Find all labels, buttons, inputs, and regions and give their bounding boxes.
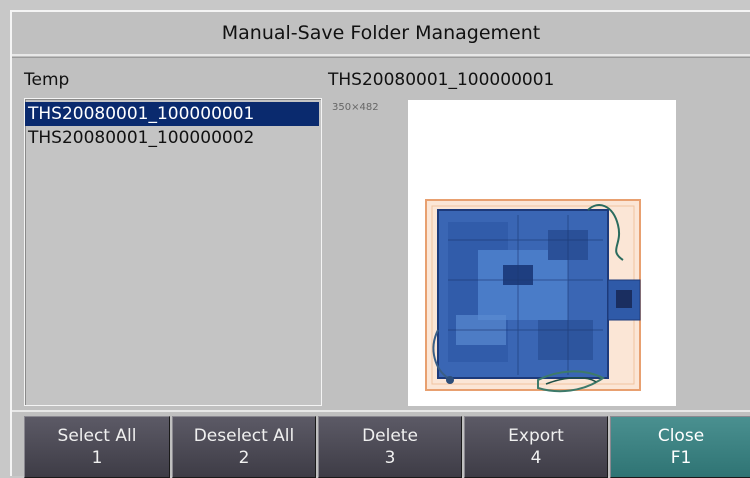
button-key: 3 bbox=[384, 448, 396, 468]
xray-scan-graphic bbox=[425, 199, 641, 393]
window-title: Manual-Save Folder Management bbox=[12, 12, 750, 58]
button-label: Delete bbox=[362, 426, 418, 446]
button-key: 1 bbox=[91, 448, 103, 468]
deselect-all-button[interactable]: Deselect All 2 bbox=[172, 416, 316, 478]
button-label: Export bbox=[508, 426, 564, 446]
button-label: Deselect All bbox=[193, 426, 295, 446]
folder-management-window: Manual-Save Folder Management Temp THS20… bbox=[10, 10, 750, 478]
close-button[interactable]: Close F1 bbox=[610, 416, 750, 478]
preview-title: THS20080001_100000001 bbox=[328, 70, 555, 90]
file-list[interactable]: THS20080001_100000001 THS20080001_100000… bbox=[24, 98, 322, 406]
button-label: Close bbox=[657, 426, 705, 446]
folder-name-label: Temp bbox=[24, 70, 70, 90]
button-bar: Select All 1 Deselect All 2 Delete 3 Exp… bbox=[24, 416, 750, 478]
button-label: Select All bbox=[57, 426, 137, 446]
xray-preview-image bbox=[408, 100, 676, 406]
delete-button[interactable]: Delete 3 bbox=[318, 416, 462, 478]
file-list-item[interactable]: THS20080001_100000001 bbox=[25, 102, 319, 126]
export-button[interactable]: Export 4 bbox=[464, 416, 608, 478]
file-list-item[interactable]: THS20080001_100000002 bbox=[25, 126, 321, 150]
footer-divider bbox=[12, 410, 750, 412]
image-dimensions-label: 350×482 bbox=[332, 102, 379, 113]
button-key: 4 bbox=[530, 448, 542, 468]
select-all-button[interactable]: Select All 1 bbox=[24, 416, 170, 478]
button-key: 2 bbox=[238, 448, 250, 468]
button-key: F1 bbox=[670, 448, 692, 468]
